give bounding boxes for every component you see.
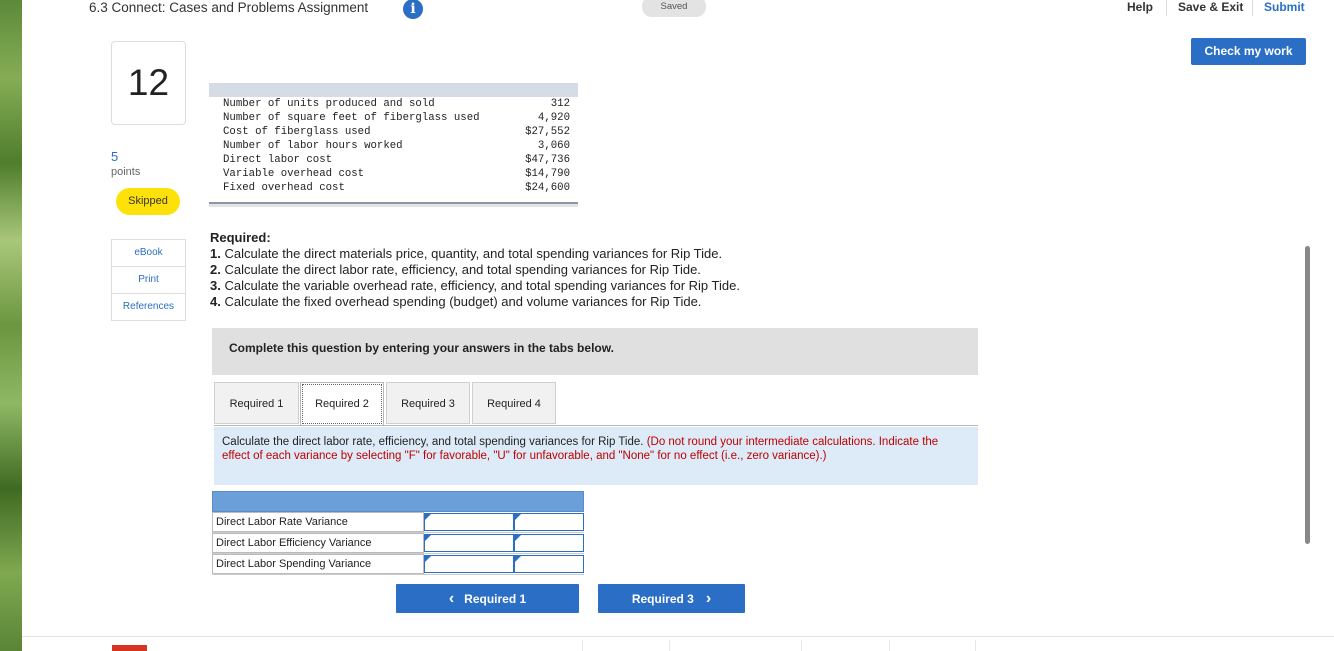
effect-select[interactable] bbox=[514, 555, 584, 573]
footer-tick bbox=[582, 640, 583, 651]
data-value: 4,920 bbox=[537, 112, 570, 124]
next-tab-label: Required 3 bbox=[631, 592, 694, 606]
answer-table: Direct Labor Rate Variance Direct Labor … bbox=[212, 491, 584, 575]
tab-required-2[interactable]: Required 2 bbox=[300, 382, 384, 426]
chevron-right-icon: › bbox=[705, 590, 712, 607]
table-row: Direct Labor Efficiency Variance bbox=[212, 533, 584, 554]
question-number: 12 bbox=[111, 41, 186, 125]
submit-link[interactable]: Submit bbox=[1264, 0, 1305, 14]
assignment-title: 6.3 Connect: Cases and Problems Assignme… bbox=[89, 0, 369, 15]
required-heading: Required: bbox=[210, 230, 271, 245]
points-value: 5 bbox=[111, 149, 119, 164]
previous-tab-label: Required 1 bbox=[464, 592, 527, 606]
check-my-work-button[interactable]: Check my work bbox=[1191, 38, 1306, 65]
required-item: 3. Calculate the variable overhead rate,… bbox=[210, 278, 740, 293]
chevron-left-icon: ‹ bbox=[448, 590, 455, 607]
given-data-table: Number of units produced and sold 312 Nu… bbox=[209, 83, 578, 207]
footer-tick bbox=[889, 640, 890, 651]
resources-panel: eBook Print References bbox=[111, 239, 186, 321]
references-link[interactable]: References bbox=[112, 294, 185, 320]
table-header-bar bbox=[209, 83, 578, 97]
help-link[interactable]: Help bbox=[1127, 0, 1153, 14]
ebook-link[interactable]: eBook bbox=[112, 240, 185, 267]
required-item: 2. Calculate the direct labor rate, effi… bbox=[210, 262, 701, 277]
footer-tick bbox=[801, 640, 802, 651]
logo-mark bbox=[112, 645, 147, 651]
tab-underline bbox=[214, 425, 978, 426]
next-tab-button[interactable]: Required 3 › bbox=[598, 584, 745, 613]
answer-table-header bbox=[212, 491, 584, 512]
footer-tick bbox=[669, 640, 670, 651]
table-row: Direct Labor Spending Variance bbox=[212, 554, 584, 575]
footer-divider bbox=[22, 636, 1334, 637]
tab-required-4[interactable]: Required 4 bbox=[472, 382, 556, 424]
tab-instruction-panel: Calculate the direct labor rate, efficie… bbox=[214, 427, 978, 485]
amount-input[interactable] bbox=[424, 555, 514, 573]
row-label: Direct Labor Efficiency Variance bbox=[212, 533, 424, 553]
save-exit-link[interactable]: Save & Exit bbox=[1178, 0, 1243, 14]
data-label: Cost of fiberglass used bbox=[223, 126, 371, 138]
data-value: $47,736 bbox=[525, 154, 570, 166]
required-item: 1. Calculate the direct materials price,… bbox=[210, 246, 723, 261]
footer-tick bbox=[975, 640, 976, 651]
previous-tab-button[interactable]: ‹ Required 1 bbox=[396, 584, 579, 613]
amount-input[interactable] bbox=[424, 513, 514, 531]
tab-required-3[interactable]: Required 3 bbox=[386, 382, 470, 424]
complete-prompt-banner: Complete this question by entering your … bbox=[212, 328, 978, 375]
tab-required-1[interactable]: Required 1 bbox=[214, 382, 299, 424]
data-label: Direct labor cost bbox=[223, 154, 333, 166]
skipped-status-badge: Skipped bbox=[116, 188, 180, 215]
effect-select[interactable] bbox=[514, 513, 584, 531]
row-label: Direct Labor Spending Variance bbox=[212, 554, 424, 574]
table-footer-bar bbox=[209, 202, 578, 207]
table-row: Direct Labor Rate Variance bbox=[212, 512, 584, 533]
header-divider bbox=[1166, 0, 1167, 16]
data-value: $14,790 bbox=[525, 168, 570, 180]
vertical-scrollbar[interactable] bbox=[1305, 246, 1310, 544]
data-label: Fixed overhead cost bbox=[223, 182, 345, 194]
required-instructions: Required: 1. Calculate the direct materi… bbox=[210, 230, 740, 310]
print-link[interactable]: Print bbox=[112, 267, 185, 294]
required-item: 4. Calculate the fixed overhead spending… bbox=[210, 294, 702, 309]
header-divider bbox=[1252, 0, 1253, 16]
effect-select[interactable] bbox=[514, 534, 584, 552]
data-value: $27,552 bbox=[525, 126, 570, 138]
data-value: $24,600 bbox=[525, 182, 570, 194]
tab-instruction-text: Calculate the direct labor rate, efficie… bbox=[222, 436, 939, 462]
data-label: Number of square feet of fiberglass used bbox=[223, 112, 480, 124]
data-value: 312 bbox=[550, 98, 570, 110]
amount-input[interactable] bbox=[424, 534, 514, 552]
saved-status-badge: Saved bbox=[642, 0, 706, 17]
row-label: Direct Labor Rate Variance bbox=[212, 512, 424, 532]
data-label: Variable overhead cost bbox=[223, 168, 365, 180]
complete-prompt-text: Complete this question by entering your … bbox=[229, 341, 614, 355]
background-foliage-image bbox=[0, 0, 22, 651]
data-label: Number of units produced and sold bbox=[223, 98, 435, 110]
info-icon[interactable]: i bbox=[403, 0, 423, 19]
data-value: 3,060 bbox=[537, 140, 570, 152]
points-label: points bbox=[111, 166, 141, 178]
data-label: Number of labor hours worked bbox=[223, 140, 403, 152]
